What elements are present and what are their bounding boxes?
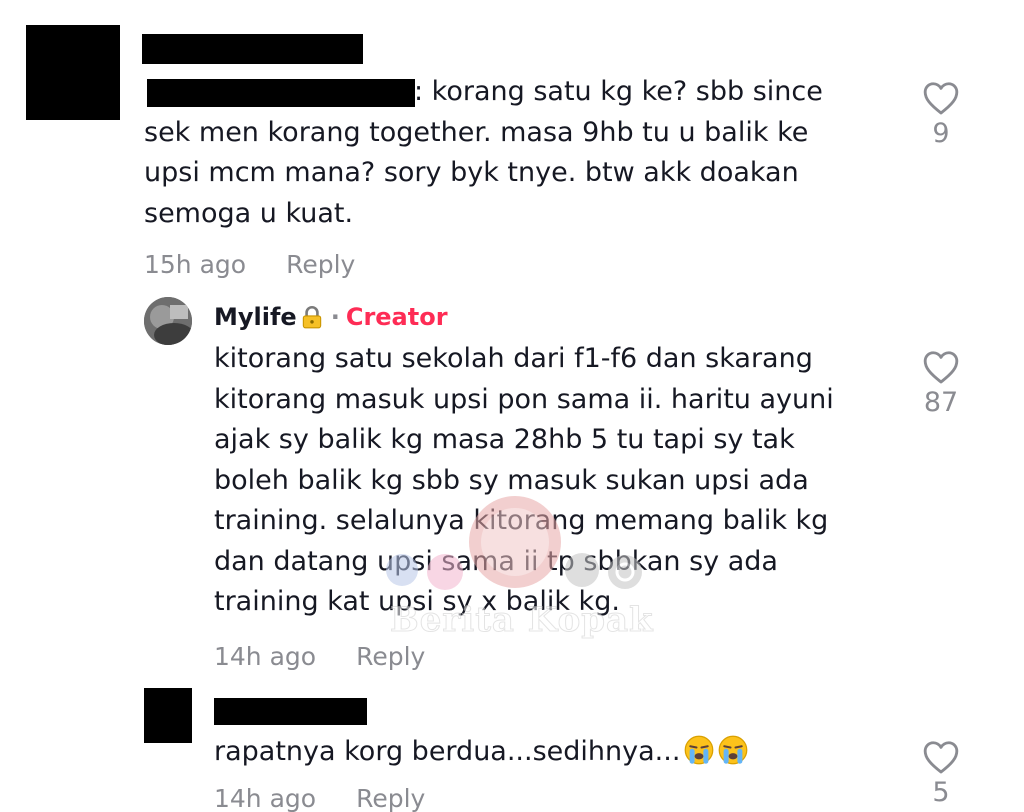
comments-screen: : korang satu kg ke? sbb since sek men k…: [0, 0, 1024, 812]
comment-text: : korang satu kg ke? sbb since sek men k…: [144, 76, 823, 229]
comment-meta: 14h ago Reply: [214, 784, 425, 812]
redacted-username: [214, 698, 367, 725]
comment-text: rapatnya korg berdua...sedihnya...: [214, 732, 904, 773]
heart-outline-icon: [923, 351, 959, 384]
like-count: 9: [932, 118, 950, 149]
avatar[interactable]: [144, 297, 192, 345]
reply-button[interactable]: Reply: [356, 784, 425, 812]
comment-meta: 15h ago Reply: [144, 250, 355, 279]
loudly-crying-face-emoji-icon: [685, 735, 714, 765]
redacted-username: [142, 34, 363, 64]
like-button[interactable]: 9: [911, 80, 971, 149]
avatar-image: [144, 297, 192, 345]
comment-timestamp: 14h ago: [214, 642, 317, 671]
like-count: 5: [932, 777, 950, 808]
like-button[interactable]: 87: [911, 349, 971, 418]
heart-outline-icon: [923, 82, 959, 115]
reply-button[interactable]: Reply: [286, 250, 355, 279]
like-button[interactable]: 5: [911, 739, 971, 808]
loudly-crying-face-emoji-icon: [719, 735, 748, 765]
lock-emoji-icon: [302, 306, 321, 329]
watermark-text: Berita Kopak: [390, 600, 654, 641]
comment-author-row: Mylife · Creator: [214, 303, 448, 331]
like-count: 87: [923, 387, 959, 418]
heart-outline-icon: [923, 741, 959, 774]
redacted-avatar: [144, 688, 192, 743]
comment-text-content: rapatnya korg berdua...sedihnya...: [214, 736, 681, 767]
separator-dot: ·: [330, 303, 340, 331]
creator-badge: Creator: [345, 303, 448, 331]
comment-timestamp: 15h ago: [144, 250, 247, 279]
watermark-logo: Berita Kopak: [380, 490, 660, 660]
comment-timestamp: 14h ago: [214, 784, 317, 812]
redacted-avatar: [26, 25, 120, 120]
comment-author-name[interactable]: Mylife: [214, 303, 297, 331]
